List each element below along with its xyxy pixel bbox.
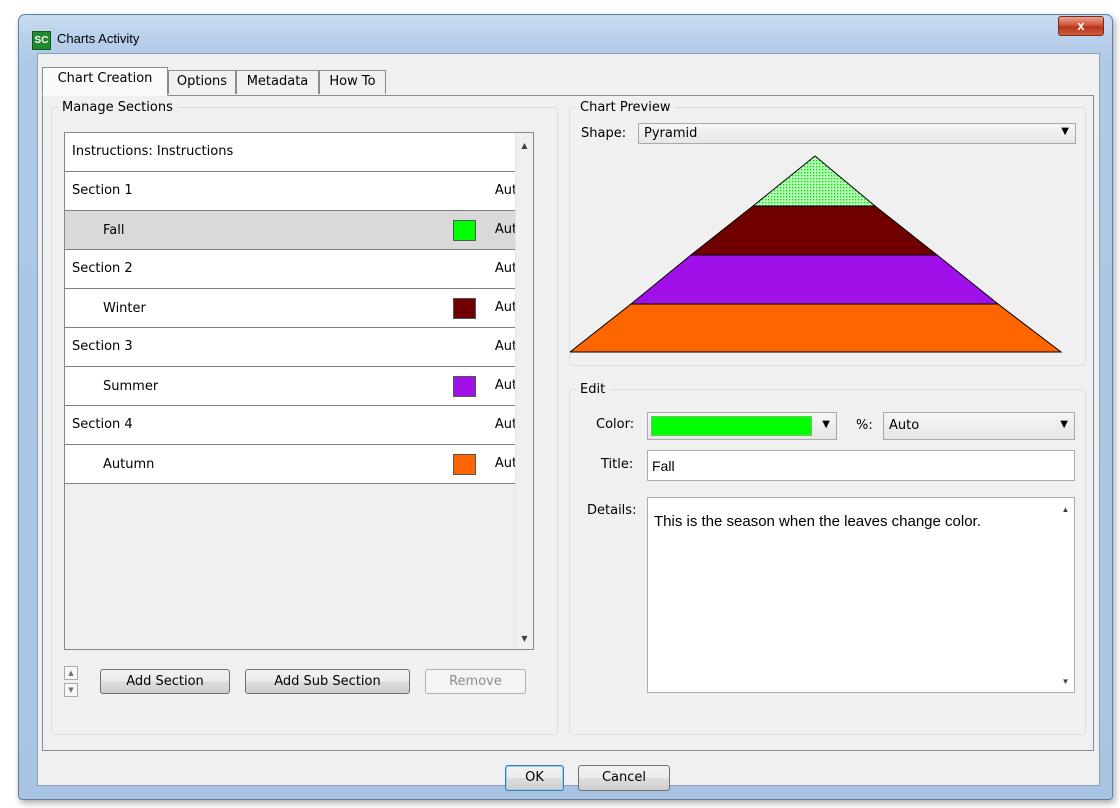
ok-button[interactable]: OK <box>505 765 564 791</box>
shape-dropdown[interactable]: Pyramid ▼ <box>638 123 1076 144</box>
chart-preview-legend: Chart Preview <box>580 100 671 115</box>
tab-options[interactable]: Options <box>168 70 236 94</box>
window-title: Charts Activity <box>57 31 140 46</box>
list-item-winter[interactable]: Winter Auto <box>65 289 532 328</box>
chevron-down-icon: ▼ <box>1060 419 1068 430</box>
chevron-down-icon: ▼ <box>822 419 830 430</box>
list-item-label: Section 2 <box>72 261 133 276</box>
list-item-label: Winter <box>103 301 146 316</box>
list-item-section-4[interactable]: Section 4 Auto <box>65 406 532 445</box>
title-label: Title: <box>601 457 634 472</box>
list-item-section-1[interactable]: Section 1 Auto <box>65 172 532 211</box>
edit-group: Edit Color: ▼ %: Auto ▼ Title: Fall Deta… <box>569 382 1086 735</box>
title-field[interactable]: Fall <box>647 450 1075 481</box>
list-item-label: Summer <box>103 379 159 394</box>
color-dropdown[interactable]: ▼ <box>647 412 837 440</box>
scroll-down-arrow-icon[interactable]: ▼ <box>1057 673 1074 690</box>
list-item-label: Autumn <box>103 457 155 472</box>
list-item-label: Section 1 <box>72 183 133 198</box>
chevron-down-icon: ▼ <box>1061 126 1069 137</box>
chart-preview-group: Chart Preview Shape: Pyramid ▼ <box>569 100 1086 366</box>
tab-how-to[interactable]: How To <box>319 70 386 94</box>
remove-button[interactable]: Remove <box>425 669 526 694</box>
cancel-button[interactable]: Cancel <box>578 765 670 791</box>
shape-value: Pyramid <box>644 126 698 141</box>
move-down-icon[interactable]: ▼ <box>64 683 78 697</box>
list-item-autumn[interactable]: Autumn Auto <box>65 445 532 484</box>
list-item-section-3[interactable]: Section 3 Auto <box>65 328 532 367</box>
scroll-up-arrow-icon[interactable]: ▲ <box>516 137 533 154</box>
tab-metadata[interactable]: Metadata <box>236 70 319 94</box>
chart-creation-panel: Manage Sections Instructions: Instructio… <box>42 95 1094 751</box>
selected-color-swatch <box>651 416 812 436</box>
add-sub-section-button[interactable]: Add Sub Section <box>245 669 410 694</box>
list-item-label: Fall <box>103 223 125 238</box>
title-field-value: Fall <box>652 458 675 474</box>
edit-legend: Edit <box>580 382 606 397</box>
percent-value: Auto <box>889 418 920 433</box>
sections-list[interactable]: Instructions: Instructions Section 1 Aut… <box>64 132 534 650</box>
pyramid-layer-winter[interactable] <box>689 205 939 256</box>
pyramid-layer-fall[interactable] <box>751 155 877 207</box>
manage-sections-group: Manage Sections Instructions: Instructio… <box>51 100 558 735</box>
scroll-up-arrow-icon[interactable]: ▲ <box>1057 501 1074 518</box>
dialog-body: Chart Creation Options Metadata How To M… <box>37 53 1100 791</box>
manage-sections-legend: Manage Sections <box>62 100 173 115</box>
percent-label: %: <box>856 418 873 433</box>
pyramid-chart <box>570 155 1063 353</box>
pyramid-layer-autumn[interactable] <box>570 303 1063 353</box>
scroll-down-arrow-icon[interactable]: ▼ <box>516 630 533 647</box>
color-label: Color: <box>596 417 635 432</box>
close-button[interactable]: x <box>1058 16 1104 36</box>
percent-dropdown[interactable]: Auto ▼ <box>883 412 1075 440</box>
charts-activity-dialog: SC Charts Activity x Chart Creation Opti… <box>18 14 1113 800</box>
list-item-label: Instructions: Instructions <box>72 144 234 159</box>
details-textarea[interactable]: This is the season when the leaves chang… <box>647 497 1075 693</box>
pyramid-layer-summer[interactable] <box>629 254 1000 305</box>
list-item-fall[interactable]: Fall Auto <box>65 211 532 250</box>
list-item-summer[interactable]: Summer Auto <box>65 367 532 406</box>
list-scrollbar[interactable]: ▲ ▼ <box>515 133 533 649</box>
add-section-button[interactable]: Add Section <box>100 669 230 694</box>
details-scrollbar[interactable]: ▲ ▼ <box>1057 498 1074 692</box>
list-item-label: Section 3 <box>72 339 133 354</box>
color-swatch <box>453 298 476 319</box>
list-item-label: Section 4 <box>72 417 133 432</box>
color-swatch <box>453 220 476 241</box>
color-swatch <box>453 454 476 475</box>
shape-label: Shape: <box>581 126 627 141</box>
details-label: Details: <box>587 503 637 518</box>
move-up-icon[interactable]: ▲ <box>64 666 78 680</box>
list-item-section-2[interactable]: Section 2 Auto <box>65 250 532 289</box>
tab-chart-creation[interactable]: Chart Creation <box>42 67 168 96</box>
color-swatch <box>453 376 476 397</box>
app-logo-icon: SC <box>32 31 51 50</box>
list-item-instructions[interactable]: Instructions: Instructions <box>65 133 532 172</box>
details-text: This is the season when the leaves chang… <box>654 513 981 530</box>
title-bar[interactable]: SC Charts Activity x <box>19 15 1112 53</box>
